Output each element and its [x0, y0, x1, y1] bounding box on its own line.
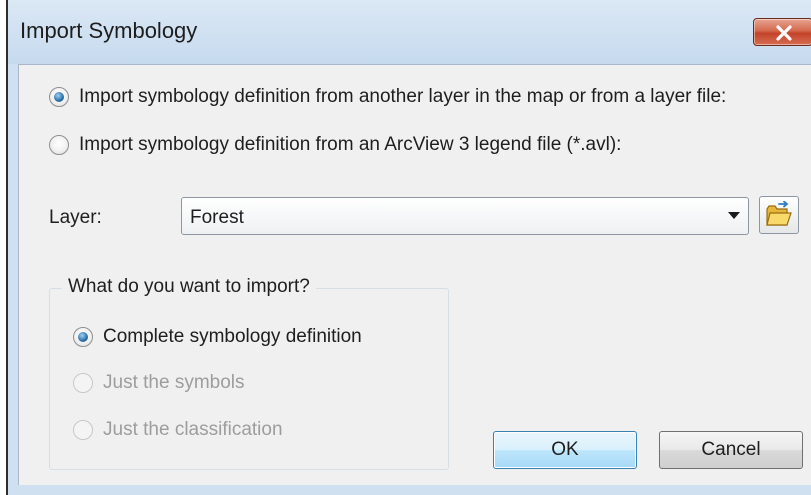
open-folder-icon	[766, 201, 792, 226]
radio-just-classification[interactable]	[73, 420, 93, 440]
close-x-icon	[776, 25, 792, 41]
radio-complete-symbology[interactable]	[73, 327, 93, 347]
radio-complete-symbology-label[interactable]: Complete symbology definition	[103, 326, 362, 348]
radio-import-from-avl-label[interactable]: Import symbology definition from an ArcV…	[79, 134, 621, 156]
browse-layer-button[interactable]	[759, 196, 799, 234]
import-symbology-dialog: Import Symbology Import symbology defini…	[6, 0, 811, 495]
dialog-body: Import symbology definition from another…	[18, 64, 811, 485]
radio-import-from-avl[interactable]	[49, 135, 69, 155]
radio-just-symbols-label[interactable]: Just the symbols	[103, 372, 245, 394]
cancel-button[interactable]: Cancel	[659, 431, 803, 469]
title-bar[interactable]: Import Symbology	[8, 0, 811, 64]
dialog-title: Import Symbology	[20, 18, 198, 43]
radio-import-from-layer-label[interactable]: Import symbology definition from another…	[79, 86, 726, 108]
chevron-down-icon	[728, 212, 740, 219]
layer-dropdown-value: Forest	[190, 207, 244, 228]
radio-import-from-layer[interactable]	[49, 87, 69, 107]
radio-just-classification-label[interactable]: Just the classification	[103, 419, 283, 441]
radio-just-symbols[interactable]	[73, 373, 93, 393]
ok-button[interactable]: OK	[493, 431, 637, 469]
import-options-group-title: What do you want to import?	[62, 276, 316, 298]
close-button[interactable]	[753, 18, 811, 46]
layer-dropdown[interactable]: Forest	[181, 197, 749, 235]
layer-label: Layer:	[49, 207, 102, 228]
